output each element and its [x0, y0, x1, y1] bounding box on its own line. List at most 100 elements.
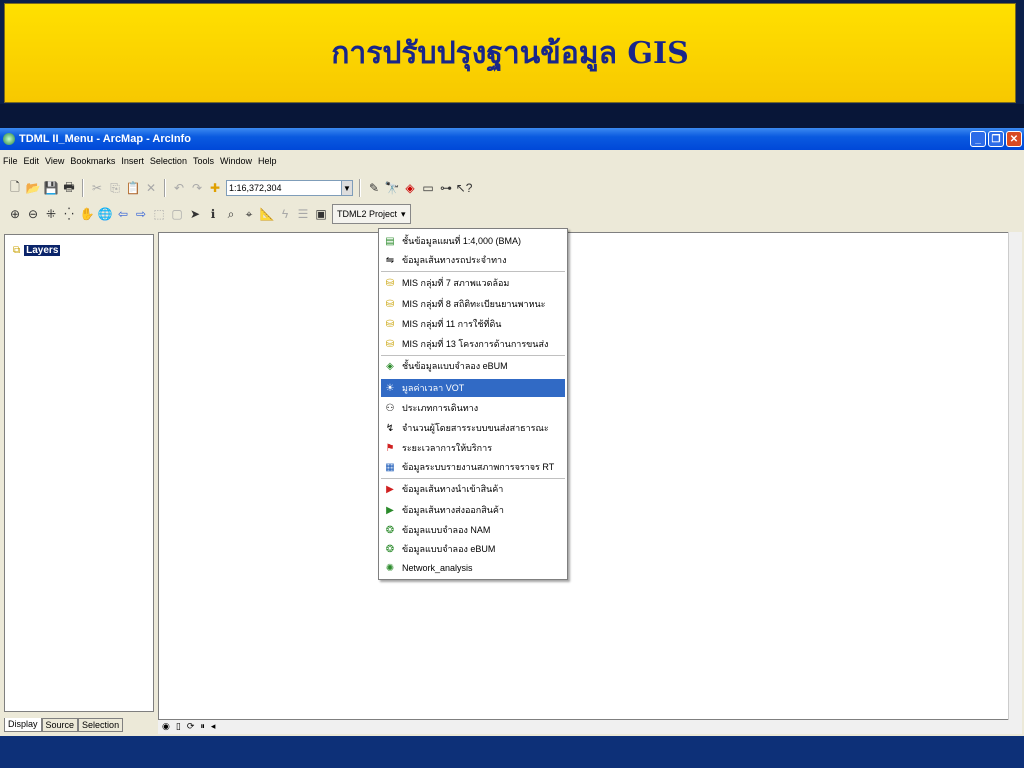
map-scale-input[interactable]: 1:16,372,304: [226, 180, 342, 196]
restore-button[interactable]: ❐: [988, 131, 1004, 147]
menu-item-vot[interactable]: ☀ มูลค่าเวลา VOT: [381, 379, 565, 397]
menu-separator: [381, 355, 565, 356]
print-icon[interactable]: 🖶: [62, 180, 76, 195]
vertical-scrollbar[interactable]: [1008, 232, 1022, 720]
menu-selection[interactable]: Selection: [147, 156, 190, 166]
menu-bookmarks[interactable]: Bookmarks: [67, 156, 118, 166]
editor-toolbar-icon[interactable]: ✎: [367, 181, 381, 195]
delete-icon[interactable]: ✕: [144, 181, 158, 195]
menu-item-label: มูลค่าเวลา VOT: [402, 383, 465, 393]
menu-edit[interactable]: Edit: [21, 156, 43, 166]
menu-item-mis-group-8[interactable]: ⛁ MIS กลุ่มที่ 8 สถิติทะเบียนยานพาหนะ: [381, 295, 565, 313]
menu-item-mis-group-13[interactable]: ⛁ MIS กลุ่มที่ 13 โครงการด้านการขนส่ง: [381, 335, 565, 353]
time-slider-icon[interactable]: ▣: [314, 207, 328, 221]
menu-insert[interactable]: Insert: [118, 156, 147, 166]
menu-item-public-transit-passengers[interactable]: ↯ จำนวนผู้โดยสารระบบขนส่งสาธารณะ: [381, 419, 565, 437]
model-builder-icon[interactable]: ⊶: [439, 181, 453, 195]
menu-item-import-routes[interactable]: ▶ ข้อมูลเส้นทางนำเข้าสินค้า: [381, 480, 565, 498]
html-popup-icon[interactable]: ☰: [296, 207, 310, 221]
menu-item-ebum-model[interactable]: ❂ ข้อมูลแบบจำลอง eBUM: [381, 540, 565, 558]
map-display[interactable]: [158, 232, 1010, 720]
open-folder-icon[interactable]: 📂: [26, 181, 41, 195]
select-features-icon[interactable]: ⬚: [152, 207, 166, 221]
window-titlebar[interactable]: TDML II_Menu - ArcMap - ArcInfo _ ❐ ✕: [0, 128, 1024, 150]
menu-item-export-routes[interactable]: ▶ ข้อมูลเส้นทางส่งออกสินค้า: [381, 501, 565, 519]
chevron-down-icon: ▾: [401, 208, 406, 219]
menu-item-label: Network_analysis: [402, 563, 473, 573]
menu-item-bus-routes[interactable]: ⇋ ข้อมูลเส้นทางรถประจำทาง: [381, 251, 565, 269]
database-icon: ⛁: [385, 277, 395, 289]
layout-view-icon[interactable]: ▯: [176, 722, 181, 732]
menu-item-network-analysis[interactable]: ✺ Network_analysis: [381, 559, 565, 577]
tab-selection[interactable]: Selection: [78, 718, 124, 732]
copy-icon[interactable]: ⎘: [108, 181, 122, 195]
minimize-button[interactable]: _: [970, 131, 986, 147]
whats-this-help-icon[interactable]: ↖?: [456, 181, 473, 195]
close-button[interactable]: ✕: [1006, 131, 1022, 147]
menu-file[interactable]: File: [0, 156, 21, 166]
zoom-out-icon[interactable]: ⊖: [26, 207, 40, 221]
menu-item-label: ระยะเวลาการให้บริการ: [402, 443, 493, 453]
back-extent-icon[interactable]: ⇦: [116, 207, 130, 221]
menu-item-label: ข้อมูลเส้นทางรถประจำทาง: [402, 255, 507, 265]
menu-item-trip-types[interactable]: ⚇ ประเภทการเดินทาง: [381, 399, 565, 417]
pan-icon[interactable]: ✋: [80, 207, 95, 221]
refresh-icon[interactable]: ⟳: [187, 722, 195, 732]
tab-display[interactable]: Display: [4, 718, 42, 732]
zoom-in-icon[interactable]: ⊕: [8, 207, 22, 221]
menu-item-mis-group-7[interactable]: ⛁ MIS กลุ่มที่ 7 สภาพแวดล้อม: [381, 274, 565, 292]
menu-separator: [381, 478, 565, 479]
undo-icon[interactable]: ↶: [172, 181, 186, 195]
slide-band: [0, 104, 1024, 128]
menu-item-bma-map-layers[interactable]: ▤ ชั้นข้อมูลแผนที่ 1:4,000 (BMA): [381, 232, 565, 250]
identify-icon[interactable]: ℹ: [206, 207, 220, 221]
report-icon: ▦: [385, 461, 395, 473]
data-view-icon[interactable]: ◉: [162, 722, 170, 732]
menu-tools[interactable]: Tools: [190, 156, 217, 166]
layers-node[interactable]: ⧉ Layers: [13, 245, 61, 256]
forward-extent-icon[interactable]: ⇨: [134, 207, 148, 221]
cut-icon[interactable]: ✂: [90, 181, 104, 195]
menu-item-ebum-layers[interactable]: ◈ ชั้นข้อมูลแบบจำลอง eBUM: [381, 357, 565, 375]
menu-item-nam-model[interactable]: ❂ ข้อมูลแบบจำลอง NAM: [381, 521, 565, 539]
window-title: TDML II_Menu - ArcMap - ArcInfo: [19, 133, 191, 145]
pin-icon: ⚑: [385, 442, 395, 454]
menu-item-mis-group-11[interactable]: ⛁ MIS กลุ่มที่ 11 การใช้ที่ดิน: [381, 315, 565, 333]
database-icon: ⛁: [385, 298, 395, 310]
find-icon[interactable]: ⌕: [224, 207, 238, 221]
menu-item-traffic-report-rt[interactable]: ▦ ข้อมูลระบบรายงานสภาพการจราจร RT: [381, 458, 565, 476]
pause-drawing-icon[interactable]: ⏸: [200, 722, 205, 732]
tdml2-project-button[interactable]: TDML2 Project ▾: [332, 204, 411, 224]
menu-item-service-time[interactable]: ⚑ ระยะเวลาการให้บริการ: [381, 439, 565, 457]
menubar: File Edit View Bookmarks Insert Selectio…: [0, 150, 1024, 172]
passenger-icon: ↯: [385, 422, 395, 434]
save-icon[interactable]: 💾: [44, 181, 59, 195]
measure-icon[interactable]: 📐: [260, 207, 275, 221]
select-elements-icon[interactable]: ➤: [188, 207, 202, 221]
add-data-icon[interactable]: ✚: [208, 181, 222, 195]
new-document-icon[interactable]: 🗋: [8, 180, 22, 195]
full-extent-icon[interactable]: 🌐: [98, 207, 113, 221]
export-flag-icon: ▶: [386, 504, 394, 516]
menu-item-label: ชั้นข้อมูลแผนที่ 1:4,000 (BMA): [402, 236, 521, 246]
redo-icon[interactable]: ↷: [190, 181, 204, 195]
map-view-controls: ◉ ▯ ⟳ ⏸ ◂: [158, 720, 1022, 734]
command-line-icon[interactable]: ▭: [421, 181, 435, 195]
paste-icon[interactable]: 📋: [126, 181, 141, 195]
arccatalog-icon[interactable]: 🔭: [385, 181, 400, 195]
menu-help[interactable]: Help: [255, 156, 280, 166]
table-of-contents[interactable]: ⧉ Layers: [4, 234, 154, 712]
chevron-down-icon[interactable]: ▼: [341, 180, 353, 196]
hyperlink-icon[interactable]: ϟ: [278, 207, 292, 221]
scroll-left-icon[interactable]: ◂: [211, 722, 216, 732]
clear-selection-icon[interactable]: ▢: [170, 207, 184, 221]
menu-window[interactable]: Window: [217, 156, 255, 166]
vot-icon: ☀: [385, 382, 395, 394]
fixed-zoom-out-icon[interactable]: ⁛: [62, 207, 76, 221]
fixed-zoom-in-icon[interactable]: ⁜: [44, 207, 58, 221]
tab-source[interactable]: Source: [41, 718, 79, 732]
layer-icon: ◈: [386, 360, 394, 372]
menu-view[interactable]: View: [42, 156, 67, 166]
arctoolbox-icon[interactable]: ◈: [403, 181, 417, 195]
go-to-xy-icon[interactable]: ⌖: [242, 207, 256, 221]
